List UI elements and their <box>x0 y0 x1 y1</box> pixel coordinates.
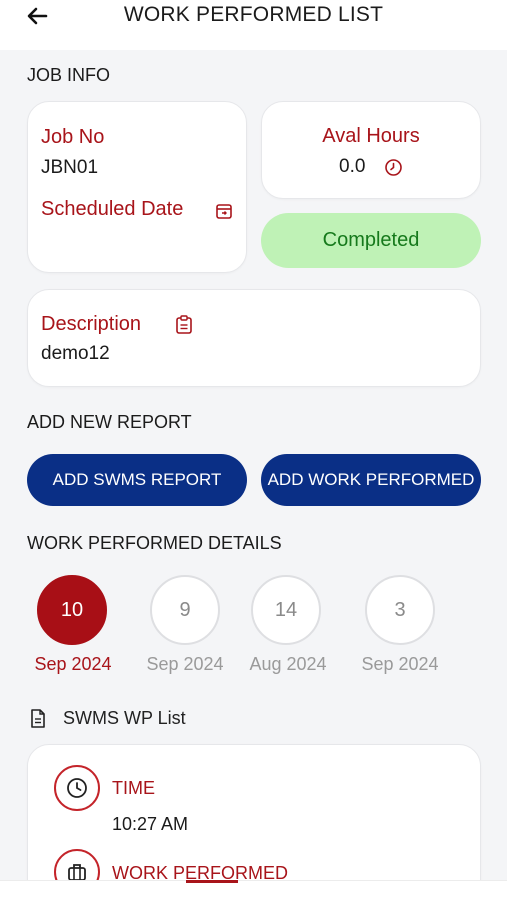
swms-list-label: SWMS WP List <box>63 708 186 728</box>
job-no-label: Job No <box>41 126 105 148</box>
add-work-performed-button[interactable]: ADD WORK PERFORMED <box>261 454 481 506</box>
document-icon <box>31 709 45 728</box>
date-chip-month: Sep 2024 <box>361 654 439 674</box>
description-value: demo12 <box>41 343 110 364</box>
scheduled-date-label: Scheduled Date <box>41 198 184 220</box>
date-chip-month: Sep 2024 <box>34 654 112 674</box>
date-chip-day[interactable]: 14 <box>251 575 321 645</box>
job-card: Job No JBN01 Scheduled Date <box>27 101 247 273</box>
bottom-navigation <box>0 880 507 900</box>
clipboard-icon <box>176 315 192 334</box>
time-icon-circle <box>54 765 100 811</box>
active-tab-indicator <box>186 880 238 883</box>
add-swms-report-button[interactable]: ADD SWMS REPORT <box>27 454 247 506</box>
date-chip-day[interactable]: 9 <box>150 575 220 645</box>
status-badge: Completed <box>261 213 481 268</box>
time-label: TIME <box>112 778 155 798</box>
page-title: WORK PERFORMED LIST <box>123 3 384 26</box>
date-chip-month: Aug 2024 <box>249 654 327 674</box>
aval-hours-value: 0.0 <box>339 156 366 177</box>
description-card: Description demo12 <box>27 289 481 387</box>
date-chip-day[interactable]: 10 <box>37 575 107 645</box>
date-chip-month: Sep 2024 <box>146 654 224 674</box>
clock-icon <box>385 159 402 176</box>
job-no-value: JBN01 <box>41 157 99 178</box>
swms-entry-card[interactable]: TIME 10:27 AM WORK PERFORMED <box>27 744 481 900</box>
work-details-heading: WORK PERFORMED DETAILS <box>27 533 282 553</box>
add-report-heading: ADD NEW REPORT <box>27 412 192 432</box>
calendar-icon[interactable] <box>215 202 233 220</box>
aval-hours-label: Aval Hours <box>322 125 420 147</box>
clock-icon <box>67 778 87 798</box>
date-chip-day[interactable]: 3 <box>365 575 435 645</box>
aval-hours-card: Aval Hours 0.0 <box>261 101 481 199</box>
description-label: Description <box>41 313 142 335</box>
time-value: 10:27 AM <box>112 814 189 834</box>
job-info-heading: JOB INFO <box>27 65 111 85</box>
app-header: WORK PERFORMED LIST <box>0 0 507 50</box>
